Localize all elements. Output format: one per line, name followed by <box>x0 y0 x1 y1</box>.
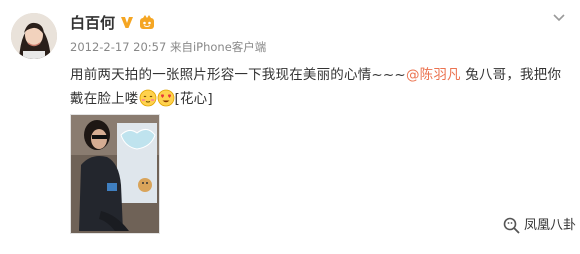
heart-eyes-face-emoji <box>157 89 174 107</box>
avatar-portrait-image <box>11 13 57 59</box>
shy-face-emoji <box>139 89 156 107</box>
post-meta: 2012-2-17 20:57 来自iPhone客户端 <box>70 40 266 54</box>
source-prefix: 来自 <box>169 40 193 54</box>
username[interactable]: 白百何 <box>70 14 115 32</box>
avatar[interactable] <box>11 13 57 59</box>
post-timestamp[interactable]: 2012-2-17 20:57 <box>70 40 166 54</box>
mention-link[interactable]: @陈羽凡 <box>406 67 461 83</box>
watermark: 凤凰八卦 <box>502 214 576 238</box>
watermark-text: 凤凰八卦 <box>524 218 577 233</box>
post-text: 用前两天拍的一张照片形容一下我现在美丽的心情~~~@陈羽凡 兔八哥，我把你戴在脸… <box>70 63 570 111</box>
post-text-body: 用前两天拍的一张照片形容一下我现在美丽的心情~~~ <box>70 67 406 83</box>
verified-v-badge-icon <box>119 14 135 30</box>
post-photo[interactable] <box>70 114 160 234</box>
chevron-down-icon[interactable] <box>552 13 566 23</box>
post-source[interactable]: iPhone客户端 <box>193 40 266 54</box>
post-photo-image <box>71 115 159 233</box>
emoji-tag: [花心] <box>174 91 213 107</box>
wechat-search-icon <box>503 217 520 234</box>
vip-member-icon <box>140 15 154 29</box>
